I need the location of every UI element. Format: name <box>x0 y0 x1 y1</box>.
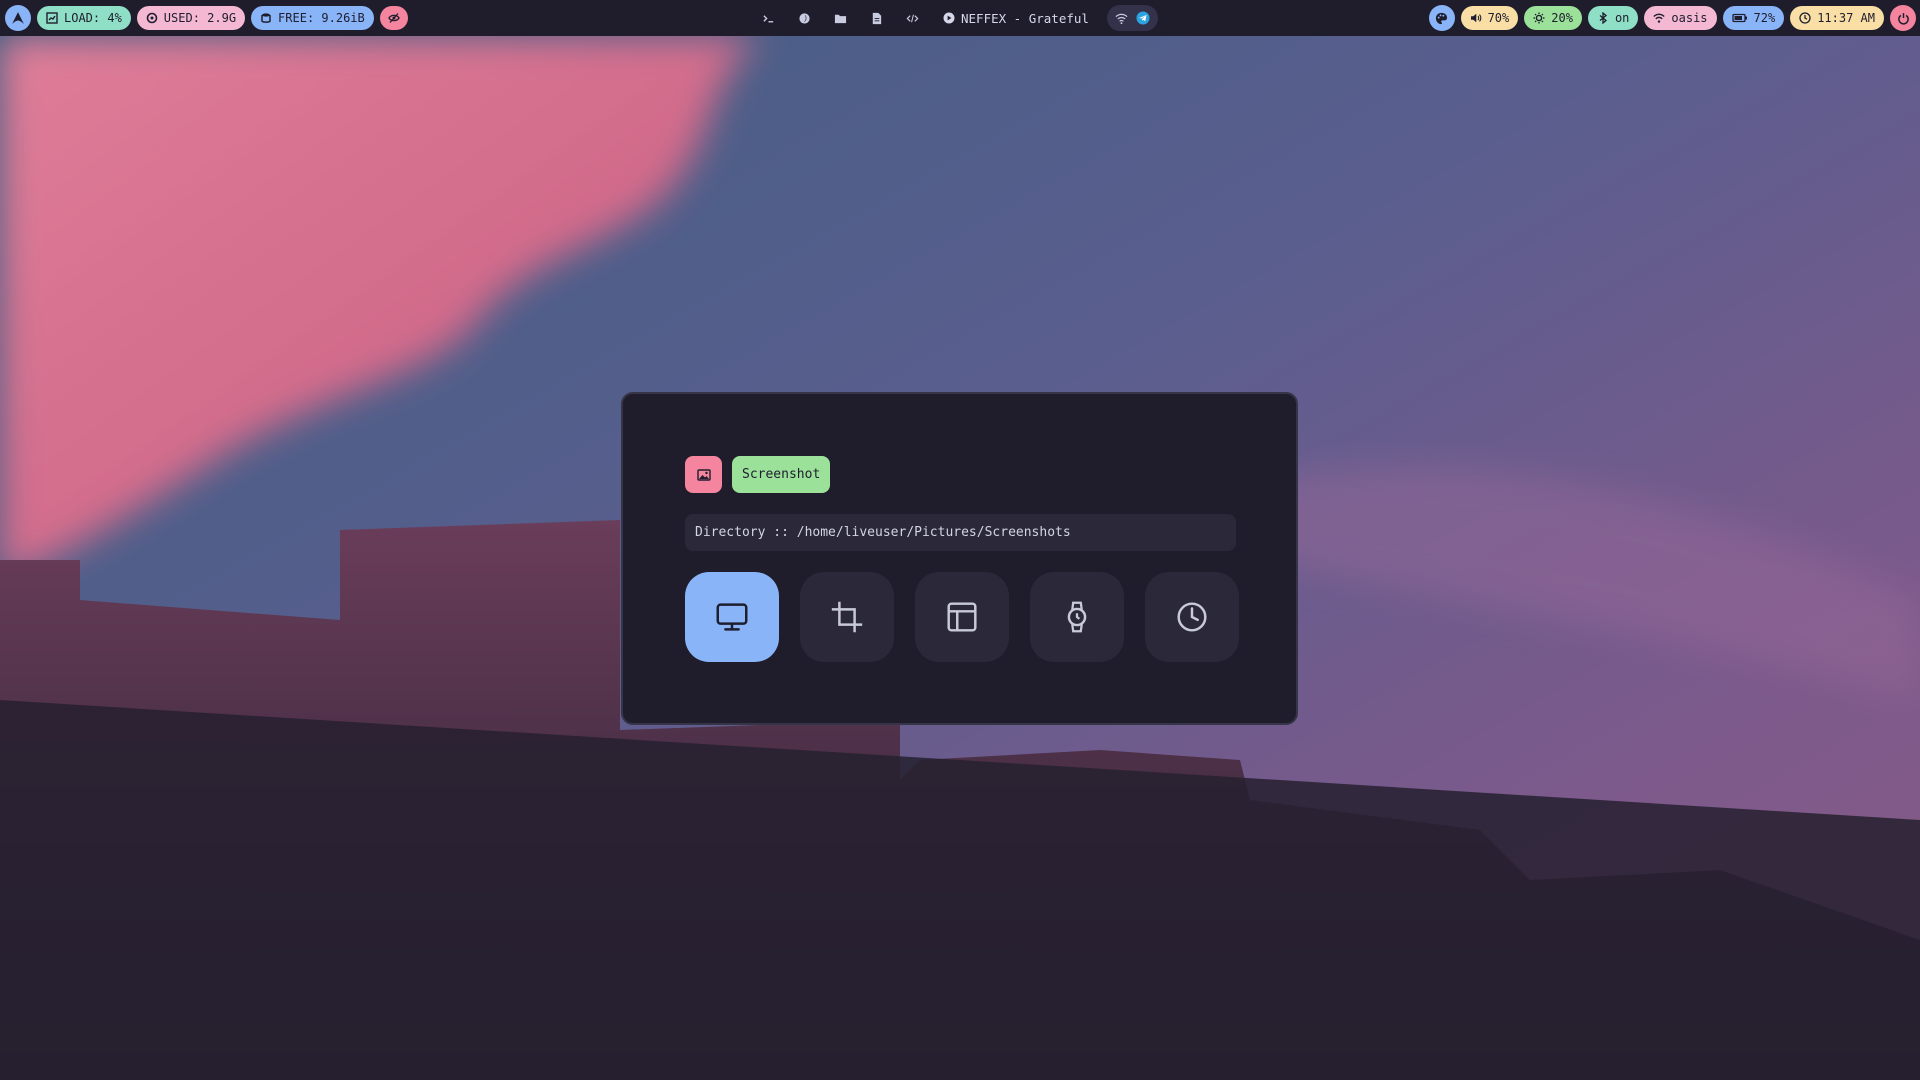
top-bar-right: 70% 20% on oasis 72% 11:37 AM <box>1428 5 1916 31</box>
code-button[interactable] <box>899 5 925 31</box>
palette-icon <box>1435 12 1448 24</box>
browser-button[interactable] <box>791 5 817 31</box>
dialog-title: Screenshot <box>732 456 831 493</box>
folder-icon <box>834 14 846 23</box>
top-bar: LOAD: 4% USED: 2.9G FREE: 9.26iB NEFFEX … <box>0 0 1920 36</box>
clock-label: 11:37 AM <box>1817 11 1875 25</box>
memory-icon <box>146 12 158 24</box>
stopwatch-icon <box>1067 601 1087 633</box>
code-icon <box>906 14 918 22</box>
battery-pill[interactable]: 72% <box>1722 6 1785 30</box>
network-pill[interactable]: oasis <box>1644 6 1717 30</box>
power-icon <box>1897 12 1909 25</box>
volume-label: 70% <box>1487 11 1510 25</box>
terminal-icon <box>762 14 773 22</box>
disk-free-label: FREE: 9.26iB <box>278 11 365 25</box>
brightness-icon <box>1533 12 1545 24</box>
power-button[interactable] <box>1890 5 1916 31</box>
launcher-button[interactable] <box>5 5 31 31</box>
clock-icon <box>1177 602 1207 632</box>
wifi-icon <box>1653 13 1666 23</box>
network-label: oasis <box>1671 11 1708 25</box>
file-icon <box>872 12 881 24</box>
terminal-button[interactable] <box>755 5 781 31</box>
chart-icon <box>46 12 58 24</box>
area-capture-button[interactable]: Area <box>800 572 894 662</box>
directory-field[interactable]: Directory :: /home/liveuser/Pictures/Scr… <box>685 514 1236 551</box>
play-icon <box>943 12 955 24</box>
disk-free-pill[interactable]: FREE: 9.26iB <box>251 6 374 30</box>
arch-logo-icon <box>12 12 24 24</box>
brightness-label: 20% <box>1551 11 1573 25</box>
timer-capture-button[interactable]: Timer <box>1030 572 1124 662</box>
bluetooth-label: on <box>1614 11 1630 25</box>
eye-slash-icon <box>388 13 400 23</box>
theme-button[interactable] <box>1428 5 1455 31</box>
battery-icon <box>1731 13 1747 23</box>
disk-icon <box>261 13 271 23</box>
monitor-icon <box>716 603 748 631</box>
top-bar-left: LOAD: 4% USED: 2.9G FREE: 9.26iB <box>5 5 408 31</box>
system-tray <box>1106 5 1158 31</box>
memory-used-label: USED: 2.9G <box>163 11 237 25</box>
cpu-load-label: LOAD: 4% <box>64 11 122 25</box>
cpu-load-pill[interactable]: LOAD: 4% <box>37 6 131 30</box>
screenshot-dialog: Screenshot Directory :: /home/liveuser/P… <box>621 392 1298 725</box>
dialog-icon-badge <box>685 456 722 493</box>
window-layout-icon <box>947 602 977 632</box>
memory-used-pill[interactable]: USED: 2.9G <box>136 6 246 30</box>
music-player[interactable]: NEFFEX - Grateful <box>935 5 1097 31</box>
fullscreen-capture-button[interactable]: Full Screen <box>685 572 779 662</box>
volume-pill[interactable]: 70% <box>1460 6 1519 30</box>
clock-icon <box>1799 12 1811 24</box>
eye-toggle-button[interactable] <box>379 6 408 30</box>
delay-capture-button[interactable]: Delay <box>1145 572 1239 662</box>
window-capture-button[interactable]: Window <box>915 572 1009 662</box>
browser-icon <box>798 12 810 24</box>
clock-pill[interactable]: 11:37 AM <box>1790 6 1884 30</box>
editor-button[interactable] <box>863 5 889 31</box>
image-icon <box>696 468 711 481</box>
crop-icon <box>831 601 863 633</box>
brightness-pill[interactable]: 20% <box>1524 6 1582 30</box>
music-title: NEFFEX - Grateful <box>961 10 1089 26</box>
top-bar-center: NEFFEX - Grateful <box>755 5 1158 31</box>
volume-icon <box>1470 13 1481 23</box>
bluetooth-pill[interactable]: on <box>1587 6 1639 30</box>
capture-mode-row: Full Screen Area Window Timer Delay <box>685 572 1239 662</box>
dialog-header: Screenshot <box>685 456 831 493</box>
files-button[interactable] <box>827 5 853 31</box>
battery-label: 72% <box>1753 11 1776 25</box>
wifi-icon[interactable] <box>1115 12 1128 25</box>
bluetooth-icon <box>1599 12 1607 24</box>
telegram-icon[interactable] <box>1136 11 1150 25</box>
